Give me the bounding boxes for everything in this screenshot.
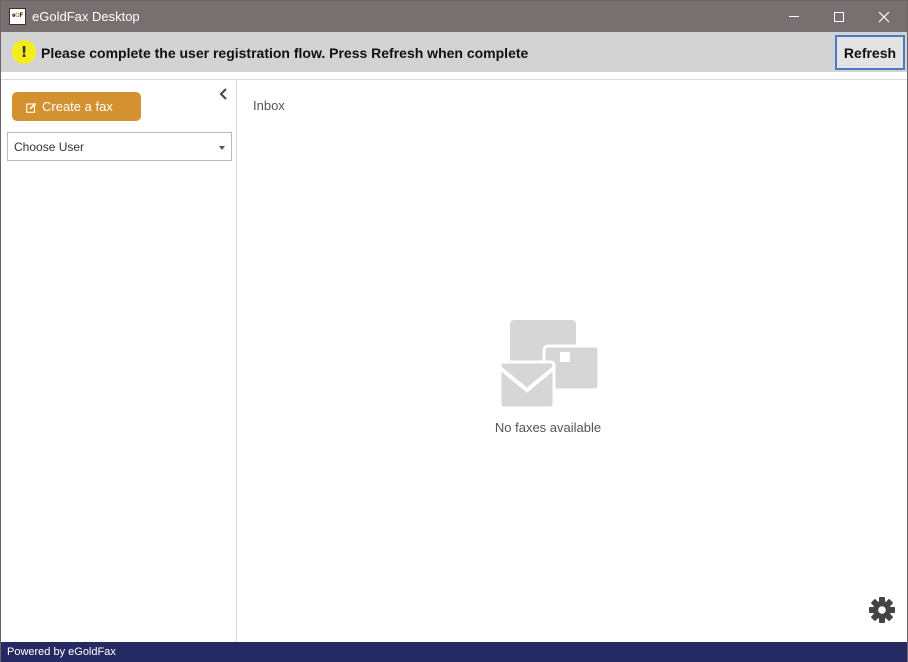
title-bar[interactable]: eGF eGoldFax Desktop (1, 1, 907, 32)
create-fax-label: Create a fax (42, 99, 113, 114)
sidebar: Create a fax Choose User (1, 80, 237, 642)
minimize-icon (789, 16, 799, 17)
registration-notice-bar: ! Please complete the user registration … (1, 32, 907, 72)
empty-inbox-message: No faxes available (494, 420, 602, 435)
notice-message: Please complete the user registration fl… (41, 45, 529, 61)
close-icon (878, 11, 890, 22)
choose-user-dropdown[interactable]: Choose User (7, 132, 232, 161)
main-panel: Inbox No faxes available (238, 80, 907, 642)
maximize-button[interactable] (816, 1, 862, 32)
envelope-icon (498, 320, 600, 410)
maximize-icon (834, 11, 844, 22)
settings-button[interactable] (868, 596, 896, 624)
choose-user-value: Choose User (14, 139, 85, 154)
gear-icon (869, 597, 895, 623)
inbox-title: Inbox (253, 98, 285, 113)
exclamation-icon: ! (12, 40, 36, 64)
refresh-button[interactable]: Refresh (835, 35, 905, 70)
footer: Powered by eGoldFax (1, 642, 907, 662)
edit-icon (26, 102, 37, 113)
dropdown-caret-icon (219, 146, 225, 150)
create-fax-button[interactable]: Create a fax (12, 92, 141, 121)
egoldfax-logo-icon: eGF (9, 8, 26, 25)
app-window: eGF eGoldFax Desktop ! Please complete t… (0, 0, 908, 662)
minimize-button[interactable] (771, 1, 817, 32)
chevron-left-icon (219, 88, 227, 100)
collapse-sidebar-button[interactable] (217, 87, 231, 101)
window-title: eGoldFax Desktop (32, 9, 140, 24)
close-button[interactable] (861, 1, 907, 32)
